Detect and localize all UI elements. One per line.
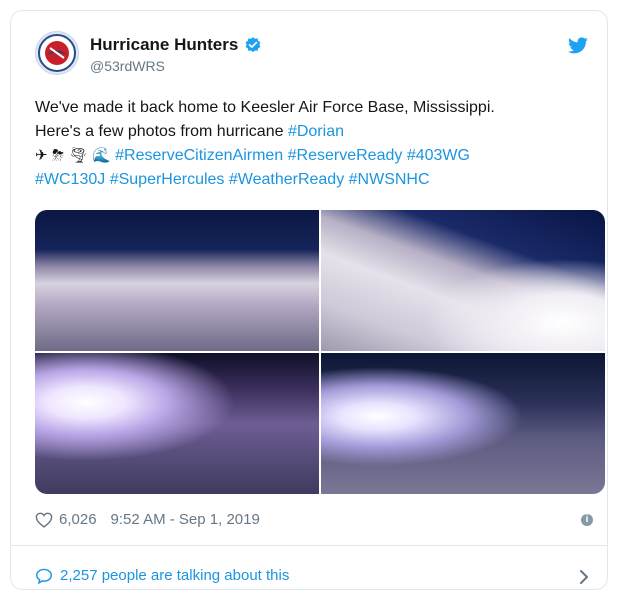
tweet-text-line3: ✈ ⛈ 🌪 🌊 #ReserveCitizenAirmen #ReserveRe…	[35, 144, 591, 168]
hurricane-photo-1[interactable]	[35, 210, 319, 351]
heart-icon[interactable]	[35, 512, 53, 528]
hurricane-photo-4[interactable]	[321, 353, 605, 494]
chat-bubble-icon	[35, 568, 53, 584]
tweet-text-line2: Here's a few photos from hurricane #Dori…	[35, 120, 591, 144]
hashtag-dorian-link[interactable]: #Dorian	[288, 123, 344, 140]
photo-grid	[35, 210, 605, 494]
tweet-text-prefix: Here's a few photos from hurricane	[35, 123, 288, 140]
hurricane-photo-3[interactable]	[35, 353, 319, 494]
hurricane-photo-2[interactable]	[321, 210, 605, 351]
conversation-link[interactable]: 2,257 people are talking about this	[35, 567, 289, 584]
airplane-emoji: ✈	[35, 147, 48, 164]
tweet-meta: 6,026 9:52 AM - Sep 1, 2019	[35, 511, 260, 528]
storm-cloud-emoji: ⛈	[52, 147, 65, 164]
twitter-bird-icon[interactable]	[567, 37, 589, 55]
hashtags-line4-links[interactable]: #WC130J #SuperHercules #WeatherReady #NW…	[35, 168, 591, 192]
wave-emoji: 🌊	[92, 147, 111, 164]
author-name[interactable]: Hurricane Hunters	[90, 35, 238, 55]
tweet-card: Hurricane Hunters @53rdWRS We've made it…	[10, 10, 608, 590]
divider	[11, 545, 607, 546]
tornado-emoji: 🌪	[68, 147, 88, 164]
tweet-text: We've made it back home to Keesler Air F…	[35, 96, 591, 192]
chevron-right-icon[interactable]	[579, 569, 589, 585]
tweet-text-line1: We've made it back home to Keesler Air F…	[35, 99, 495, 116]
talking-count-text[interactable]: 2,257 people are talking about this	[60, 567, 289, 584]
author-name-row[interactable]: Hurricane Hunters	[90, 35, 262, 55]
author-avatar[interactable]	[35, 31, 79, 75]
info-icon[interactable]: i	[581, 514, 593, 526]
like-count[interactable]: 6,026	[59, 511, 97, 528]
author-handle[interactable]: @53rdWRS	[90, 58, 165, 74]
hashtags-line3-links[interactable]: #ReserveCitizenAirmen #ReserveReady #403…	[115, 147, 470, 164]
wrs-patch-logo	[38, 34, 76, 72]
tweet-timestamp[interactable]: 9:52 AM - Sep 1, 2019	[111, 511, 260, 528]
verified-badge-icon	[245, 37, 261, 53]
